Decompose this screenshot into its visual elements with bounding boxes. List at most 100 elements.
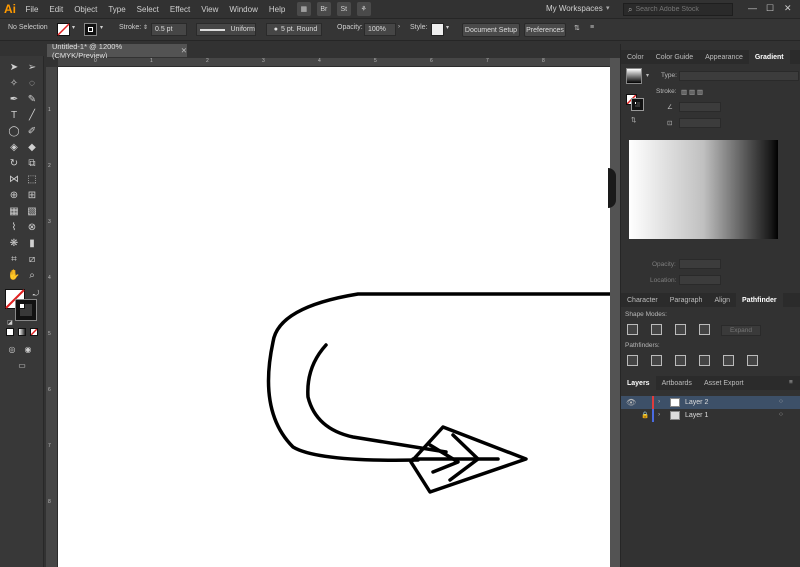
paintbrush-icon[interactable]: ✐ [24,123,40,139]
tab-color[interactable]: Color [621,50,650,64]
menu-effect[interactable]: Effect [164,5,195,14]
merge-icon[interactable] [675,355,686,366]
color-mode-icon[interactable] [6,328,14,336]
pen-tool-icon[interactable]: ✒ [6,91,22,107]
blend-tool-icon[interactable]: ⊗ [24,219,40,235]
chevron-down-icon[interactable]: ▾ [100,24,103,31]
minus-front-icon[interactable] [651,324,662,335]
hand-tool-icon[interactable]: ✋ [6,267,22,283]
layer-row[interactable]: 👁 › Layer 2 ○ [621,396,800,409]
tab-layers[interactable]: Layers [621,376,656,390]
angle-field[interactable] [679,102,721,112]
gradient-thumbnail[interactable] [626,68,642,84]
expand-button[interactable]: Expand [721,325,761,336]
menu-select[interactable]: Select [131,5,164,14]
opacity-field[interactable] [679,259,721,269]
arrange-documents-icon[interactable]: ▦ [296,2,311,16]
tab-align[interactable]: Align [708,293,736,307]
maximize-icon[interactable]: ☐ [766,3,774,14]
chevron-down-icon[interactable]: ▾ [446,24,449,31]
chevron-down-icon[interactable]: ▾ [646,72,649,79]
chevron-right-icon[interactable]: › [398,24,400,30]
panel-menu-icon[interactable]: ≡ [590,24,594,31]
location-field[interactable] [679,275,721,285]
gradient-mode-icon[interactable] [18,328,26,336]
stroke-swatch[interactable] [84,23,97,36]
chevron-down-icon[interactable]: ▾ [72,24,75,31]
layer-name[interactable]: Layer 1 [685,412,708,419]
menu-window[interactable]: Window [224,5,263,14]
menu-object[interactable]: Object [69,5,103,14]
menu-help[interactable]: Help [263,5,290,14]
perspective-grid-icon[interactable]: ⊞ [24,187,40,203]
eye-icon[interactable]: 👁 [626,398,636,407]
tab-artboards[interactable]: Artboards [656,376,698,390]
pasteboard[interactable] [608,58,620,567]
shape-builder-icon[interactable]: ⊕ [6,187,22,203]
search-input[interactable] [635,6,731,13]
intersect-icon[interactable] [675,324,686,335]
stroke-swatch[interactable] [631,98,644,111]
minimize-icon[interactable]: — [748,3,757,13]
magic-wand-icon[interactable]: ✧ [6,75,22,91]
panel-menu-icon[interactable]: ≡ [789,379,793,386]
rotate-tool-icon[interactable]: ↻ [6,155,22,171]
outline-icon[interactable] [723,355,734,366]
graphic-style-swatch[interactable] [431,23,444,36]
width-tool-icon[interactable]: ⋈ [6,171,22,187]
stock-icon[interactable]: St [336,2,351,16]
tab-pathfinder[interactable]: Pathfinder [736,293,783,307]
none-mode-icon[interactable] [30,328,38,336]
draw-behind-icon[interactable]: ◉ [20,341,36,357]
menu-file[interactable]: File [20,5,44,14]
chevron-right-icon[interactable]: › [658,411,660,418]
line-tool-icon[interactable]: ╱ [24,107,40,123]
zoom-tool-icon[interactable]: ⌕ [24,267,40,283]
artboard-tool-icon[interactable]: ⌗ [6,251,22,267]
arrange-icon[interactable]: ⇅ [574,24,580,32]
tab-paragraph[interactable]: Paragraph [664,293,709,307]
tab-color-guide[interactable]: Color Guide [650,50,699,64]
draw-mode-icon[interactable]: ◎ [4,341,20,357]
tab-gradient[interactable]: Gradient [748,50,790,64]
selection-tool-icon[interactable]: ➤ [6,59,22,75]
aspect-ratio-field[interactable] [679,118,721,128]
swap-icon[interactable]: ⤾ [28,286,44,302]
target-circle-icon[interactable]: ○ [779,398,783,405]
preferences-button[interactable]: Preferences [524,23,566,37]
stroke-weight-field[interactable]: 0.5 pt [151,23,187,36]
symbol-sprayer-icon[interactable]: ❋ [6,235,22,251]
document-tab[interactable]: Untitled-1* @ 1200% (CMYK/Preview) ✕ [47,42,187,60]
layer-row[interactable]: 🔒 › Layer 1 ○ [621,409,800,422]
type-tool-icon[interactable]: T [6,107,22,123]
free-transform-icon[interactable]: ⬚ [24,171,40,187]
slice-tool-icon[interactable]: ⧄ [24,251,40,267]
mesh-tool-icon[interactable]: ▦ [6,203,22,219]
document-setup-button[interactable]: Document Setup [462,23,520,37]
tab-asset-export[interactable]: Asset Export [698,376,750,390]
target-circle-icon[interactable]: ○ [779,411,783,418]
tab-appearance[interactable]: Appearance [699,50,749,64]
artboard[interactable] [58,67,610,567]
gradient-type-select[interactable] [679,71,799,81]
minus-back-icon[interactable] [747,355,758,366]
gradient-tool-icon[interactable]: ▧ [24,203,40,219]
direct-selection-tool-icon[interactable]: ➢ [24,59,40,75]
scale-tool-icon[interactable]: ⧉ [24,155,40,171]
gpu-performance-icon[interactable]: ⚘ [356,2,371,16]
crop-icon[interactable] [699,355,710,366]
brush-definition[interactable]: ● 5 pt. Round [266,23,322,36]
ellipse-tool-icon[interactable]: ◯ [6,123,22,139]
stock-search[interactable]: ⌕ [623,3,733,16]
stroke-gradient-options-icon[interactable]: ▥ ▥ ▥ [681,88,703,96]
divide-icon[interactable] [627,355,638,366]
unite-icon[interactable] [627,324,638,335]
variable-width-profile[interactable]: Uniform [196,23,256,36]
menu-type[interactable]: Type [103,5,131,14]
chevron-down-icon[interactable]: ▾ [606,4,610,12]
chevron-right-icon[interactable]: › [658,398,660,405]
close-icon[interactable]: ✕ [181,46,187,55]
column-graph-icon[interactable]: ▮ [24,235,40,251]
bridge-icon[interactable]: Br [316,2,331,16]
eyedropper-icon[interactable]: ⌇ [6,219,22,235]
